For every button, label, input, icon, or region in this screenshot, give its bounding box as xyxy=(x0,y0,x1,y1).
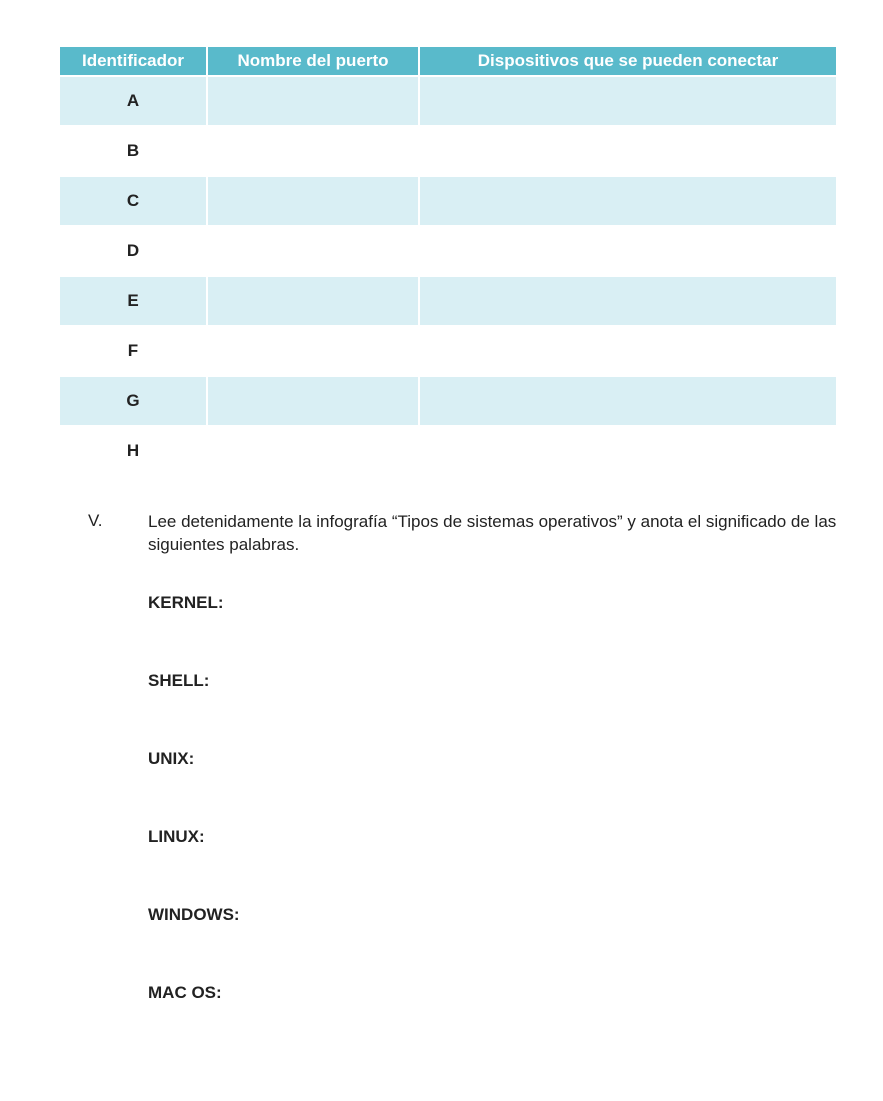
term-kernel: KERNEL: xyxy=(148,593,838,613)
cell-nombre xyxy=(207,226,419,276)
table-row: D xyxy=(59,226,837,276)
cell-dispositivos xyxy=(419,326,837,376)
col-header-dispositivos: Dispositivos que se pueden conectar xyxy=(419,46,837,76)
table-header-row: Identificador Nombre del puerto Disposit… xyxy=(59,46,837,76)
cell-id: B xyxy=(59,126,207,176)
term-shell: SHELL: xyxy=(148,671,838,691)
cell-dispositivos xyxy=(419,126,837,176)
table-row: F xyxy=(59,326,837,376)
ports-table: Identificador Nombre del puerto Disposit… xyxy=(58,45,838,477)
cell-id: C xyxy=(59,176,207,226)
cell-id: F xyxy=(59,326,207,376)
term-windows: WINDOWS: xyxy=(148,905,838,925)
cell-nombre xyxy=(207,126,419,176)
item-text: Lee detenidamente la infografía “Tipos d… xyxy=(148,511,838,557)
cell-dispositivos xyxy=(419,376,837,426)
cell-nombre xyxy=(207,426,419,476)
cell-id: E xyxy=(59,276,207,326)
cell-dispositivos xyxy=(419,226,837,276)
table-row: E xyxy=(59,276,837,326)
item-numeral: V. xyxy=(88,511,148,531)
cell-id: A xyxy=(59,76,207,126)
table-row: B xyxy=(59,126,837,176)
terms-list: KERNEL: SHELL: UNIX: LINUX: WINDOWS: MAC… xyxy=(58,593,838,1003)
table-row: G xyxy=(59,376,837,426)
term-unix: UNIX: xyxy=(148,749,838,769)
cell-id: H xyxy=(59,426,207,476)
worksheet-page: Identificador Nombre del puerto Disposit… xyxy=(0,0,883,1101)
instruction-item-v: V. Lee detenidamente la infografía “Tipo… xyxy=(58,511,838,557)
term-macos: MAC OS: xyxy=(148,983,838,1003)
cell-id: G xyxy=(59,376,207,426)
cell-nombre xyxy=(207,176,419,226)
col-header-identificador: Identificador xyxy=(59,46,207,76)
cell-dispositivos xyxy=(419,176,837,226)
cell-dispositivos xyxy=(419,76,837,126)
cell-nombre xyxy=(207,326,419,376)
term-linux: LINUX: xyxy=(148,827,838,847)
table-row: H xyxy=(59,426,837,476)
cell-dispositivos xyxy=(419,276,837,326)
cell-nombre xyxy=(207,376,419,426)
table-row: C xyxy=(59,176,837,226)
cell-nombre xyxy=(207,276,419,326)
cell-dispositivos xyxy=(419,426,837,476)
col-header-nombre: Nombre del puerto xyxy=(207,46,419,76)
table-row: A xyxy=(59,76,837,126)
cell-id: D xyxy=(59,226,207,276)
cell-nombre xyxy=(207,76,419,126)
